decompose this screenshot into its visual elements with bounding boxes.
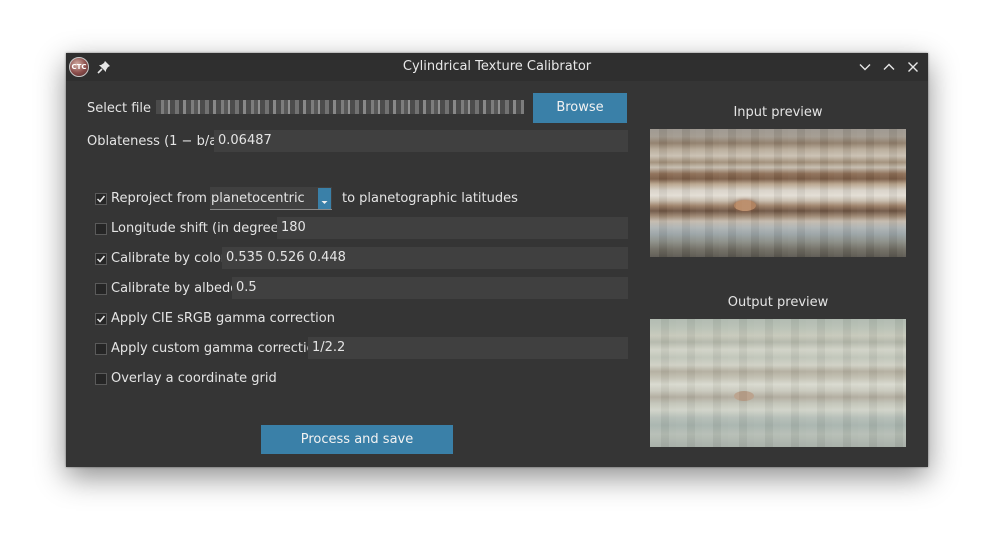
reproject-label: Reproject from [111,191,207,206]
app-window: CTC Cylindrical Texture Calibrator Selec… [66,53,928,467]
window-title: Cylindrical Texture Calibrator [402,59,592,74]
coordinate-grid-label: Overlay a coordinate grid [111,371,277,386]
close-icon[interactable] [906,60,920,74]
calibrate-albedo-input[interactable]: 0.5 [232,277,628,299]
input-preview-title: Input preview [733,105,823,120]
process-and-save-button[interactable]: Process and save [261,425,453,454]
longitude-shift-label: Longitude shift (in degrees) [111,221,291,236]
cie-srgb-label: Apply CIE sRGB gamma correction [111,311,335,326]
projection-select[interactable]: planetocentric [210,187,332,210]
cie-srgb-checkbox[interactable] [95,313,107,325]
chevron-down-icon[interactable] [318,188,331,209]
title-bar[interactable]: CTC Cylindrical Texture Calibrator [66,53,928,81]
calibrate-color-label: Calibrate by color [111,251,227,266]
oblateness-input[interactable]: 0.06487 [214,130,628,152]
custom-gamma-checkbox[interactable] [95,343,107,355]
minimize-icon[interactable] [858,60,872,74]
custom-gamma-input[interactable]: 1/2.2 [308,337,628,359]
projection-select-value: planetocentric [211,191,305,206]
select-file-label: Select file [87,101,152,116]
calibrate-albedo-label: Calibrate by albedo [111,281,239,296]
file-path-field[interactable] [156,100,524,114]
calibrate-color-input[interactable]: 0.535 0.526 0.448 [222,247,628,269]
browse-button[interactable]: Browse [533,93,627,123]
longitude-shift-checkbox[interactable] [95,223,107,235]
reproject-suffix-label: to planetographic latitudes [342,191,518,206]
output-preview-image [650,319,906,447]
calibrate-color-checkbox[interactable] [95,253,107,265]
reproject-checkbox[interactable] [95,193,107,205]
maximize-icon[interactable] [882,60,896,74]
calibrate-albedo-checkbox[interactable] [95,283,107,295]
input-preview-image [650,129,906,257]
oblateness-label: Oblateness (1 − b/a) [87,134,223,149]
coordinate-grid-checkbox[interactable] [95,373,107,385]
longitude-shift-input[interactable]: 180 [277,217,628,239]
output-preview-title: Output preview [727,295,829,310]
custom-gamma-label: Apply custom gamma correction [111,341,323,356]
